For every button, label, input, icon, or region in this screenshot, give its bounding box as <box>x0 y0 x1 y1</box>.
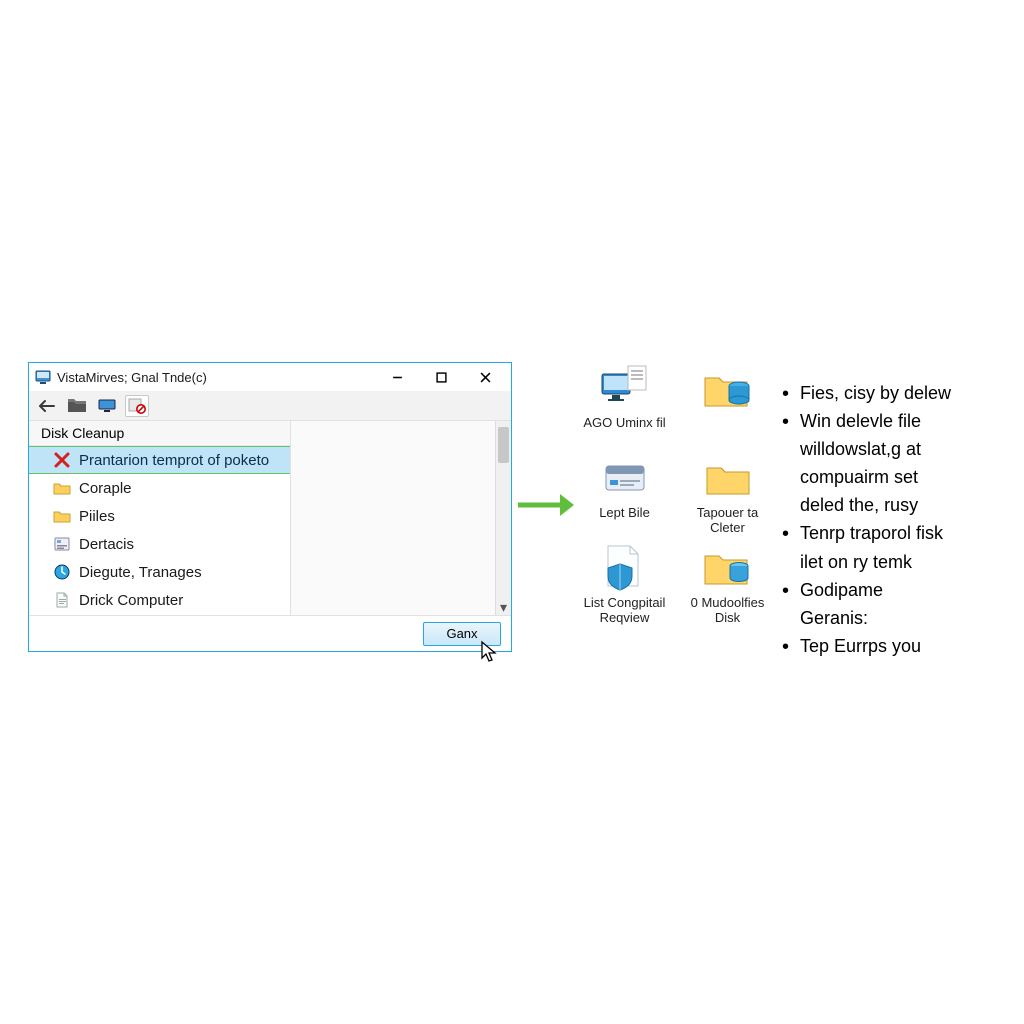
ok-button[interactable]: Ganx <box>423 622 501 646</box>
arrow-right-icon <box>516 490 576 520</box>
blocked-tool-button[interactable] <box>125 395 149 417</box>
doc-icon <box>53 591 71 609</box>
bullet-line: ilet on ry temk <box>782 549 1012 575</box>
bullet-line: compuairm set <box>782 464 1012 490</box>
cleanup-item[interactable]: Piiles <box>29 502 290 530</box>
cleanup-item-label: Prantarion temprot of poketo <box>79 452 269 469</box>
cleanup-item[interactable]: Diegute, Tranages <box>29 558 290 586</box>
close-button[interactable] <box>463 364 507 390</box>
window-title: VistaMirves; Gnal Tnde(c) <box>57 370 375 385</box>
folder-icon <box>53 507 71 525</box>
sidebar: Disk Cleanup Prantarion temprot of poket… <box>29 421 291 615</box>
cleanup-item[interactable]: Coraple <box>29 474 290 502</box>
grid-item-label: List Congpitail Reqview <box>576 596 673 628</box>
titlebar: VistaMirves; Gnal Tnde(c) <box>29 363 511 391</box>
bullet-line: Godipame <box>782 577 1012 603</box>
doc-shield-icon <box>598 540 652 594</box>
folder-barrel-icon <box>701 360 755 414</box>
section-header[interactable]: Disk Cleanup <box>29 421 290 446</box>
bullet-line: Tep Eurrps you <box>782 633 1012 659</box>
cleanup-item[interactable]: Drick Computer <box>29 586 290 614</box>
bullet-line: Win delevle file <box>782 408 1012 434</box>
grid-item[interactable]: AGO Uminx fil <box>576 360 673 448</box>
cleanup-item[interactable]: Prantarion temprot of poketo <box>29 446 290 474</box>
grid-item[interactable]: Tapouer ta Cleter <box>679 450 776 538</box>
grid-item[interactable] <box>679 360 776 448</box>
grid-item-label: Lept Bile <box>599 506 650 538</box>
toolbar <box>29 391 511 421</box>
cleanup-item-label: Drick Computer <box>79 592 183 609</box>
bullet-line: deled the, rusy <box>782 492 1012 518</box>
cleanup-item-list: Prantarion temprot of poketo Coraple Piile… <box>29 446 290 615</box>
red-x-icon <box>53 451 71 469</box>
folder-plain-icon <box>701 450 755 504</box>
scroll-thumb[interactable] <box>498 427 509 463</box>
grid-item[interactable]: 0 Mudoolfies Disk <box>679 540 776 628</box>
bullet-line: willdowslat,g at <box>782 436 1012 462</box>
maximize-button[interactable] <box>419 364 463 390</box>
monitor-docs-icon <box>598 360 652 414</box>
grid-item-label: Tapouer ta Cleter <box>679 506 776 538</box>
section-title: Disk Cleanup <box>41 425 124 441</box>
prog-icon <box>53 535 71 553</box>
grid-item-label: AGO Uminx fil <box>583 416 665 448</box>
grid-item[interactable]: List Congpitail Reqview <box>576 540 673 628</box>
folder-icon <box>53 479 71 497</box>
cleanup-item[interactable]: One ßags tenls <box>29 614 290 615</box>
ok-button-label: Ganx <box>446 626 477 641</box>
cleanup-item-label: Piiles <box>79 508 115 525</box>
bullet-line: Tenrp traporol fisk <box>782 520 1012 546</box>
back-button[interactable] <box>35 395 59 417</box>
bullet-line: Fies, cisy by delew <box>782 380 1012 406</box>
grid-item[interactable]: Lept Bile <box>576 450 673 538</box>
content-pane: ▴ ▾ <box>291 421 511 615</box>
description-list: Fies, cisy by delewWin delevle filewilld… <box>782 380 1012 661</box>
scroll-down-icon[interactable]: ▾ <box>496 599 511 615</box>
cleanup-item-label: Dertacis <box>79 536 134 553</box>
folder-drive-icon <box>701 540 755 594</box>
minimize-button[interactable] <box>375 364 419 390</box>
cleanup-item[interactable]: Dertacis <box>29 530 290 558</box>
cleanup-item-label: Coraple <box>79 480 132 497</box>
folder-button[interactable] <box>65 395 89 417</box>
related-items-grid: AGO Uminx fil Lept Bile Tapouer ta Cleter L… <box>576 360 776 628</box>
clock-icon <box>53 563 71 581</box>
card-icon <box>598 450 652 504</box>
grid-item-label: 0 Mudoolfies Disk <box>679 596 776 628</box>
disk-cleanup-window: VistaMirves; Gnal Tnde(c) <box>28 362 512 652</box>
monitor-button[interactable] <box>95 395 119 417</box>
vertical-scrollbar[interactable]: ▴ ▾ <box>495 421 511 615</box>
app-icon <box>35 369 51 385</box>
cleanup-item-label: Diegute, Tranages <box>79 564 202 581</box>
window-footer: Ganx <box>29 615 511 651</box>
bullet-line: Geranis: <box>782 605 1012 631</box>
